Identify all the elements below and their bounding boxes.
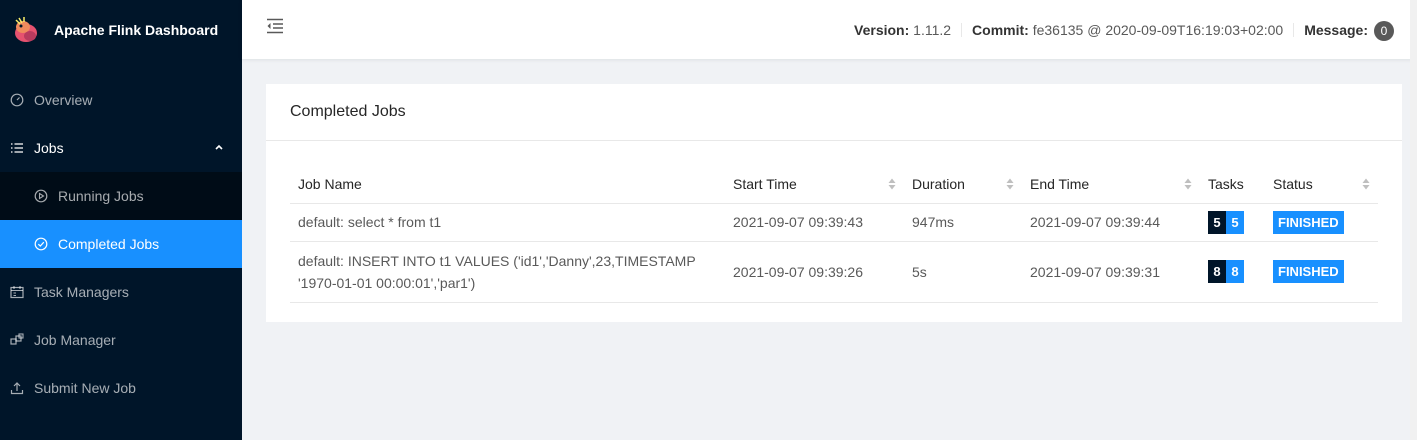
sidebar-item-label: Overview <box>34 92 93 108</box>
jobs-table: Job Name Start Time Duration End Time Ta… <box>290 165 1378 303</box>
status-cell: FINISHED <box>1265 203 1378 242</box>
commit-label: Commit: <box>972 21 1029 38</box>
tasks-total: 5 <box>1208 210 1226 234</box>
sidebar-item-completed-jobs[interactable]: Completed Jobs <box>0 220 242 268</box>
sidebar: Apache Flink Dashboard Overview Jobs Run… <box>0 0 242 440</box>
sort-icon[interactable] <box>1006 178 1014 190</box>
table-row[interactable]: default: select * from t1 2021-09-07 09:… <box>290 203 1378 242</box>
column-header-start-time[interactable]: Start Time <box>725 165 904 204</box>
message-info[interactable]: Message: <box>1294 23 1368 37</box>
check-circle-icon <box>34 237 48 251</box>
scrollbar[interactable] <box>1410 0 1417 440</box>
end-time-cell: 2021-09-07 09:39:44 <box>1022 203 1200 242</box>
sidebar-item-submit-new-job[interactable]: Submit New Job <box>0 364 242 412</box>
version-info: Version: 1.11.2 <box>844 21 963 38</box>
column-header-end-time[interactable]: End Time <box>1022 165 1200 204</box>
card-body: Job Name Start Time Duration End Time Ta… <box>266 141 1402 303</box>
tasks-finished: 8 <box>1226 260 1244 283</box>
sidebar-item-label: Jobs <box>34 140 64 156</box>
end-time-cell: 2021-09-07 09:39:31 <box>1022 241 1200 303</box>
sidebar-item-overview[interactable]: Overview <box>0 76 242 124</box>
sidebar-item-label: Task Managers <box>34 284 129 300</box>
schedule-icon <box>10 285 24 299</box>
tasks-finished: 5 <box>1226 210 1244 234</box>
start-time-cell: 2021-09-07 09:39:43 <box>725 203 904 242</box>
flink-logo-icon <box>15 17 37 42</box>
start-time-cell: 2021-09-07 09:39:26 <box>725 241 904 303</box>
sort-icon[interactable] <box>1362 178 1370 190</box>
list-icon <box>10 141 24 155</box>
duration-cell: 947ms <box>904 203 1022 242</box>
message-count-badge[interactable]: 0 <box>1374 21 1394 41</box>
sidebar-menu: Overview Jobs Running Jobs Completed Job… <box>0 76 242 412</box>
menu-fold-icon[interactable] <box>266 18 284 34</box>
sidebar-item-label: Submit New Job <box>34 380 136 396</box>
completed-jobs-card: Completed Jobs Job Name Start Time Durat… <box>266 84 1402 322</box>
tasks-badge: 5 5 <box>1208 210 1244 234</box>
sidebar-item-job-manager[interactable]: Job Manager <box>0 316 242 364</box>
tasks-total: 8 <box>1208 260 1226 283</box>
play-circle-icon <box>34 189 48 203</box>
job-name-cell: default: INSERT INTO t1 VALUES ('id1','D… <box>290 241 725 303</box>
table-row[interactable]: default: INSERT INTO t1 VALUES ('id1','D… <box>290 241 1378 303</box>
card-title: Completed Jobs <box>266 84 1402 141</box>
sort-icon[interactable] <box>1184 178 1192 190</box>
tasks-badge: 8 8 <box>1208 260 1244 283</box>
chevron-up-icon <box>215 144 223 150</box>
sort-icon[interactable] <box>888 178 896 190</box>
sidebar-item-label: Job Manager <box>34 332 116 348</box>
top-header: Version: 1.11.2 Commit: fe36135 @ 2020-0… <box>242 0 1417 440</box>
build-icon <box>10 333 24 347</box>
column-header-duration[interactable]: Duration <box>904 165 1022 204</box>
sidebar-item-running-jobs[interactable]: Running Jobs <box>0 172 242 220</box>
column-header-status[interactable]: Status <box>1265 165 1378 204</box>
message-label: Message: <box>1304 21 1368 38</box>
sidebar-item-jobs[interactable]: Jobs <box>0 124 242 172</box>
column-header-job-name: Job Name <box>290 165 725 204</box>
upload-icon <box>10 381 24 395</box>
status-cell: FINISHED <box>1265 241 1378 303</box>
jobs-submenu: Running Jobs Completed Jobs <box>0 172 242 268</box>
tasks-cell: 5 5 <box>1200 203 1265 242</box>
tasks-cell: 8 8 <box>1200 241 1265 303</box>
commit-info: Commit: fe36135 @ 2020-09-09T16:19:03+02… <box>962 21 1295 38</box>
dashboard-icon <box>10 93 24 107</box>
app-title: Apache Flink Dashboard <box>54 22 219 38</box>
sidebar-item-task-managers[interactable]: Task Managers <box>0 268 242 316</box>
sidebar-item-label: Running Jobs <box>58 188 144 204</box>
status-badge: FINISHED <box>1273 260 1344 283</box>
version-label: Version: <box>854 21 910 38</box>
column-header-tasks: Tasks <box>1200 165 1265 204</box>
brand[interactable]: Apache Flink Dashboard <box>0 0 242 60</box>
table-header-row: Job Name Start Time Duration End Time Ta… <box>290 165 1378 204</box>
status-badge: FINISHED <box>1273 210 1344 234</box>
job-name-cell: default: select * from t1 <box>290 203 725 242</box>
commit-value: fe36135 @ 2020-09-09T16:19:03+02:00 <box>1032 21 1284 38</box>
sidebar-item-label: Completed Jobs <box>58 236 160 252</box>
duration-cell: 5s <box>904 241 1022 303</box>
header-info: Version: 1.11.2 Commit: fe36135 @ 2020-0… <box>844 0 1417 59</box>
version-value: 1.11.2 <box>913 21 952 38</box>
